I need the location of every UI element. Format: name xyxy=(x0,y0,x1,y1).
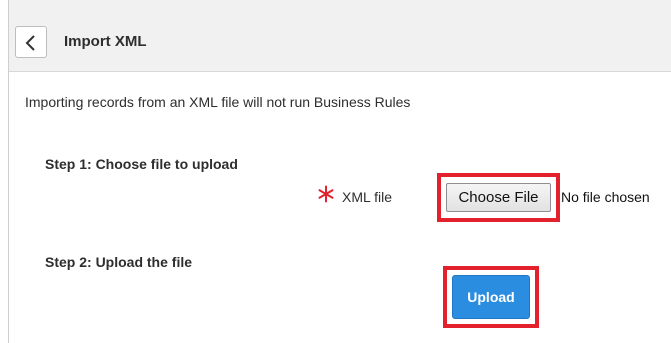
business-rules-notice: Importing records from an XML file will … xyxy=(25,94,411,110)
back-button[interactable] xyxy=(15,26,47,58)
asterisk-icon xyxy=(318,185,334,203)
step2-label: Step 2: Upload the file xyxy=(45,254,193,270)
choose-file-button[interactable]: Choose File xyxy=(446,183,551,212)
upload-button[interactable]: Upload xyxy=(452,275,530,319)
step1-label: Step 1: Choose file to upload xyxy=(45,156,238,172)
import-xml-page: Import XML Importing records from an XML… xyxy=(8,0,671,343)
chevron-left-icon xyxy=(25,35,35,51)
file-status-text: No file chosen xyxy=(561,189,650,205)
page-header: Import XML xyxy=(9,0,671,72)
page-title: Import XML xyxy=(64,33,147,50)
xml-file-label: XML file xyxy=(342,189,393,205)
